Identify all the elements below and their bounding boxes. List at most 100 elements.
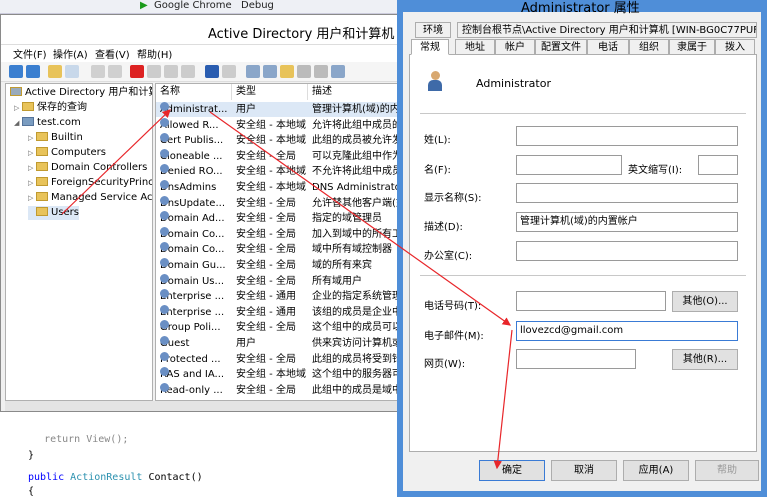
up-folder-icon[interactable] [48, 65, 62, 78]
export-icon[interactable] [181, 65, 195, 78]
list-item[interactable]: Enterprise ... 安全组 - 通用 企业的指定系统管理 [156, 289, 398, 304]
given-name-field[interactable] [516, 155, 622, 175]
other-phone-button[interactable]: 其他(O)... [672, 291, 738, 312]
surname-field[interactable] [516, 126, 738, 146]
tree-item-domain-controllers[interactable]: ▷ Domain Controllers [28, 161, 147, 175]
list-item[interactable]: DnsAdmins 安全组 - 本地域 DNS Administrators [156, 180, 398, 195]
list-item[interactable]: Administrat... 用户 管理计算机(域)的内置 [156, 102, 398, 117]
new-user-icon[interactable] [246, 65, 260, 78]
find-icon[interactable] [314, 65, 328, 78]
menu-view[interactable]: 查看(V) [95, 46, 130, 61]
expand-icon[interactable]: ▷ [28, 146, 36, 160]
list-item[interactable]: Allowed R... 安全组 - 本地域 允许将此组中成员的 [156, 117, 398, 133]
tree-item-builtin[interactable]: ▷ Builtin [28, 131, 83, 145]
list-item[interactable]: Protected ... 安全组 - 全局 此组的成员将受到针 [156, 351, 398, 367]
cut-icon[interactable] [91, 65, 105, 78]
initials-field[interactable] [698, 155, 738, 175]
tab-member-of[interactable]: 隶属于 [669, 39, 715, 55]
list-item-name-text: Cloneable ... [160, 150, 223, 162]
list-item[interactable]: DnsUpdate... 安全组 - 全局 允许替其他客户端(如 [156, 195, 398, 211]
list-item-name-text: Enterprise ... [160, 306, 225, 318]
tab-dial-in[interactable]: 拨入 [715, 39, 755, 55]
browser-selector[interactable]: Google Chrome [154, 0, 232, 11]
help-button[interactable]: 帮助 [695, 460, 759, 481]
list-item-description: 该组的成员是企业中 [312, 306, 399, 318]
play-icon[interactable]: ▶ [140, 0, 148, 11]
office-field[interactable] [516, 241, 738, 261]
config-selector[interactable]: Debug [241, 0, 274, 11]
menu-file[interactable]: 文件(F) [13, 46, 47, 61]
list-item[interactable]: Domain Co... 安全组 - 全局 加入到域中的所有工 [156, 226, 398, 242]
tab-general[interactable]: 常规 [411, 39, 449, 55]
list-item-name-text: Administrat... [160, 104, 228, 115]
expand-icon[interactable]: ▷ [28, 176, 36, 190]
column-header-description[interactable]: 描述 [308, 84, 398, 100]
list-item[interactable]: Domain Us... 安全组 - 全局 所有域用户 [156, 273, 398, 289]
display-name-field[interactable] [516, 183, 738, 203]
tab-environment[interactable]: 环境 [415, 22, 451, 38]
column-header-name[interactable]: 名称 [156, 84, 232, 100]
tree-item-domain[interactable]: ◢ test.com [14, 116, 81, 130]
help-icon[interactable] [205, 65, 219, 78]
tree-root[interactable]: Active Directory 用户和计算机 [10, 86, 152, 100]
tab-console-path[interactable]: 控制台根节点\Active Directory 用户和计算机 [WIN-BG0C… [457, 22, 757, 38]
properties-icon[interactable] [147, 65, 161, 78]
tab-address[interactable]: 地址 [455, 39, 495, 55]
list-item[interactable]: Cert Publis... 安全组 - 本地域 此组的成员被允许发 [156, 133, 398, 148]
tab-account[interactable]: 帐户 [495, 39, 535, 55]
email-field[interactable]: llovezcd@gmail.com [516, 321, 738, 341]
list-item[interactable]: Denied RO... 安全组 - 本地域 不允许将此组中成员 [156, 164, 398, 179]
back-icon[interactable] [9, 65, 23, 78]
new-group-icon[interactable] [263, 65, 277, 78]
new-ou-icon[interactable] [280, 65, 294, 78]
folder-icon [36, 192, 48, 201]
cancel-button[interactable]: 取消 [551, 460, 617, 481]
list-item[interactable]: RAS and IA... 安全组 - 本地域 这个组中的服务器可 [156, 367, 398, 382]
list-item-name-text: Domain Gu... [160, 260, 226, 271]
code-editor[interactable]: return View(); } public ActionResult Con… [0, 412, 400, 497]
list-item[interactable]: Group Poli... 安全组 - 全局 这个组中的成员可以 [156, 320, 398, 335]
list-item[interactable]: Domain Gu... 安全组 - 全局 域的所有来宾 [156, 258, 398, 273]
tree-item-computers[interactable]: ▷ Computers [28, 146, 106, 160]
tab-telephones[interactable]: 电话 [587, 39, 629, 55]
ad-list-pane[interactable]: 名称 类型 描述 Administrat... 用户 管理计算机(域)的内置 Allo… [155, 83, 399, 401]
tab-organization[interactable]: 组织 [629, 39, 669, 55]
add-to-group-icon[interactable] [331, 65, 345, 78]
refresh-icon[interactable] [164, 65, 178, 78]
forward-icon[interactable] [26, 65, 40, 78]
delete-icon[interactable] [130, 65, 144, 78]
list-item[interactable]: Enterprise ... 安全组 - 通用 该组的成员是企业中 [156, 304, 399, 320]
menu-help[interactable]: 帮助(H) [137, 46, 172, 61]
tab-profile[interactable]: 配置文件 [535, 39, 587, 55]
divider [420, 113, 746, 114]
list-item-name: Domain Ad... [160, 211, 232, 226]
column-header-type[interactable]: 类型 [232, 84, 308, 100]
tree-icon[interactable] [65, 65, 79, 78]
expand-icon[interactable]: ▷ [28, 191, 36, 205]
list-item[interactable]: Domain Ad... 安全组 - 全局 指定的域管理员 [156, 211, 398, 226]
ok-button[interactable]: 确定 [479, 460, 545, 481]
tree-item-users[interactable]: Users [28, 206, 80, 220]
list-item[interactable]: Domain Co... 安全组 - 全局 域中所有域控制器 [156, 242, 398, 257]
list-item[interactable]: Guest 用户 供来宾访问计算机或 [156, 336, 398, 351]
expand-icon[interactable]: ▷ [28, 131, 36, 145]
tree-item-foreign-security[interactable]: ▷ ForeignSecurityPrincipa [28, 176, 152, 190]
tree-item-saved-queries[interactable]: ▷ 保存的查询 [14, 101, 87, 115]
console-icon[interactable] [222, 65, 236, 78]
apply-button[interactable]: 应用(A) [623, 460, 689, 481]
list-item[interactable]: Cloneable ... 安全组 - 全局 可以克隆此组中作为 [156, 148, 398, 164]
list-item-name: Domain Co... [160, 226, 232, 242]
phone-field[interactable] [516, 291, 666, 311]
description-field[interactable]: 管理计算机(域)的内置帐户 [516, 212, 738, 232]
collapse-icon[interactable]: ◢ [14, 116, 22, 130]
expand-icon[interactable]: ▷ [28, 161, 36, 175]
tree-item-managed-service[interactable]: ▷ Managed Service Accc [28, 191, 152, 205]
expand-icon[interactable]: ▷ [14, 101, 22, 115]
copy-icon[interactable] [108, 65, 122, 78]
other-web-button[interactable]: 其他(R)... [672, 349, 738, 370]
menu-action[interactable]: 操作(A) [53, 46, 88, 61]
list-item[interactable]: Read-only ... 安全组 - 全局 此组中的成员是域中 [156, 382, 398, 398]
filter-icon[interactable] [297, 65, 311, 78]
web-page-field[interactable] [516, 349, 636, 369]
ad-tree-pane[interactable]: Active Directory 用户和计算机 ▷ 保存的查询 ◢ test.com… [5, 83, 153, 401]
